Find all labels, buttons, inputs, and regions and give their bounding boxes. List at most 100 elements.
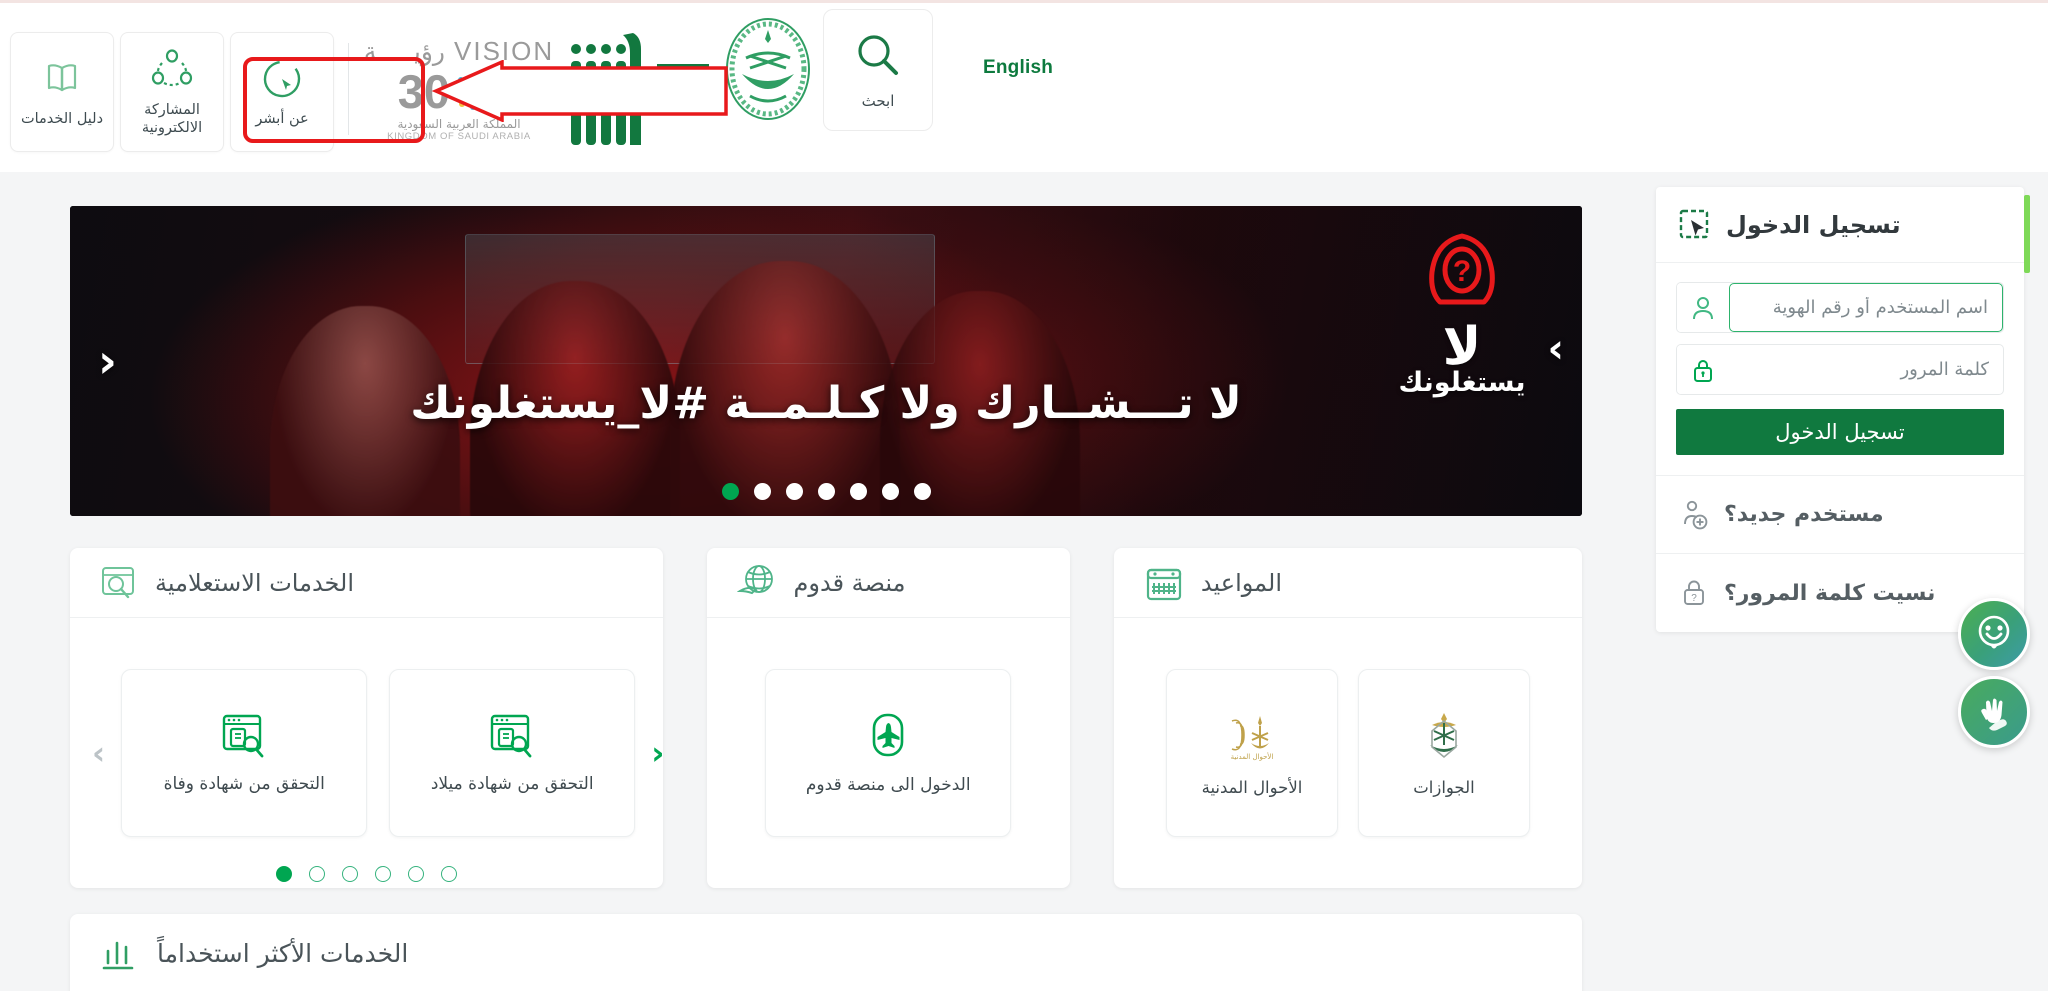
lock-question-icon: ?	[1684, 580, 1704, 605]
tile-passports[interactable]: الجوازات	[1357, 669, 1530, 837]
banner-dot[interactable]	[753, 483, 771, 500]
banner-headline: لا تـــشــارك ولا كـلـمــة #لا_يستغلونك	[410, 378, 1242, 429]
lock-icon	[1677, 345, 1729, 394]
login-panel: تسجيل الدخول اسم المستخدم أو رقم الهوية …	[1656, 187, 2030, 632]
banner-dot[interactable]	[913, 483, 931, 500]
svg-text:?: ?	[1691, 593, 1697, 604]
flag-bar-top	[657, 63, 709, 90]
banner-dot[interactable]	[849, 483, 867, 500]
password-field-wrapper	[1676, 344, 2004, 395]
inquiry-dot[interactable]	[374, 866, 391, 882]
smiley-chat-icon	[1978, 615, 2010, 649]
browser-search-icon	[102, 566, 134, 598]
user-add-icon	[1684, 500, 1708, 529]
card-title: المواعيد	[1200, 568, 1283, 597]
cursor-select-icon	[1679, 209, 1709, 238]
header-right-cluster: VISION رؤيـــــة 2 30 المملكة العربية ال…	[0, 3, 713, 175]
card-header: الخدمات الاستعلامية	[70, 548, 663, 618]
passports-logo	[1429, 713, 1458, 759]
nav-tile-about-absher[interactable]: عن أبشر	[230, 32, 334, 152]
password-input[interactable]	[1729, 345, 2003, 394]
banner-dot-active[interactable]	[721, 483, 739, 500]
inquiry-dot-active[interactable]	[275, 866, 292, 882]
inquiry-dot[interactable]	[440, 866, 457, 882]
services-guide-book-icon	[47, 64, 77, 92]
card-most-used-services: الخدمات الأكثر استخداماً	[70, 914, 1582, 991]
service-cards-row: الخدمات الاستعلامية › التحقق من شهادة وف…	[70, 548, 1582, 888]
nav-tile-label: دليل الخدمات	[20, 110, 104, 127]
inquiry-next-arrow[interactable]: ›	[92, 737, 105, 769]
new-user-link[interactable]: مستخدم جديد؟	[1656, 476, 2024, 554]
nav-tile-e-participation[interactable]: المشاركة الالكترونية	[120, 32, 224, 152]
vision-2030-logo[interactable]: VISION رؤيـــــة 2 30 المملكة العربية ال…	[364, 29, 552, 149]
banner-figures	[70, 206, 1582, 516]
header-nav-tiles: عن أبشر المشاركة الالكترونية دليل الخدما…	[10, 32, 334, 152]
page-body: ? لا يستغلونك لا تـــشــارك ولا كـلـمــة…	[0, 172, 2048, 991]
e-participation-icon	[151, 49, 193, 86]
card-title: الخدمات الأكثر استخداماً	[157, 938, 409, 968]
card-body: › التحقق من شهادة وفاة التحقق من شهادة م…	[70, 618, 663, 888]
hooded-figure-icon: ?	[1429, 233, 1495, 305]
search-icon	[858, 35, 898, 75]
banner-next-arrow[interactable]: ›	[1548, 329, 1564, 369]
language-toggle-english[interactable]: English	[983, 57, 1053, 79]
login-submit-button[interactable]: تسجيل الدخول	[1676, 409, 2004, 455]
banner-brand-top: لا	[1442, 317, 1482, 377]
login-header: تسجيل الدخول	[1656, 187, 2024, 263]
absher-logo[interactable]	[549, 24, 657, 154]
hero-banner[interactable]: ? لا يستغلونك لا تـــشــارك ولا كـلـمــة…	[70, 206, 1582, 516]
banner-dot[interactable]	[785, 483, 803, 500]
card-inquiry-services: الخدمات الاستعلامية › التحقق من شهادة وف…	[70, 548, 663, 888]
civil-affairs-logo: الأحوال المدنية	[1231, 716, 1274, 761]
inquiry-dot[interactable]	[341, 866, 358, 882]
card-appointments: المواعيد الأحوال المدنية الأحوال المدنية…	[1113, 548, 1582, 888]
header-left-cluster: ابحث English	[713, 3, 1107, 175]
login-form: تسجيل الدخول	[1656, 263, 2024, 476]
card-title: منصة قدوم	[793, 568, 906, 597]
search-button[interactable]: ابحث	[823, 9, 933, 131]
banner-campaign-logo: ? لا يستغلونك	[1382, 228, 1542, 398]
card-body: الدخول الى منصة قدوم	[707, 618, 1070, 888]
username-field-wrapper	[1676, 282, 2004, 333]
tile-civil-affairs[interactable]: الأحوال المدنية الأحوال المدنية	[1165, 669, 1338, 837]
banner-prev-arrow[interactable]: ‹	[98, 338, 117, 384]
card-qudoom-platform: منصة قدوم الدخول الى منصة قدوم	[706, 548, 1070, 888]
card-title: الخدمات الاستعلامية	[155, 568, 355, 597]
calendar-appointments-icon	[1146, 568, 1182, 600]
login-title: تسجيل الدخول	[1726, 210, 1901, 239]
moi-emblem-logo[interactable]	[713, 9, 823, 129]
card-header: الخدمات الأكثر استخداماً	[70, 914, 1582, 991]
svg-text:?: ?	[1453, 255, 1471, 288]
site-header: VISION رؤيـــــة 2 30 المملكة العربية ال…	[0, 0, 2048, 172]
tile-verify-birth-certificate[interactable]: التحقق من شهادة ميلاد	[389, 669, 636, 837]
card-header: منصة قدوم	[706, 548, 1070, 618]
tile-label: الجوازات	[1413, 778, 1475, 798]
banner-dot[interactable]	[817, 483, 835, 500]
header-divider	[348, 43, 349, 135]
inquiry-prev-arrow[interactable]: ‹	[651, 737, 662, 769]
tile-verify-death-certificate[interactable]: التحقق من شهادة وفاة	[121, 669, 368, 837]
inquiry-dot[interactable]	[308, 866, 325, 882]
inquiry-dot[interactable]	[407, 866, 424, 882]
svg-text:الأحوال المدنية: الأحوال المدنية	[1231, 752, 1274, 761]
airplane-icon	[872, 713, 904, 757]
card-body: الأحوال المدنية الأحوال المدنية الجوازات	[1114, 618, 1582, 888]
inquiry-pagination-dots	[70, 866, 663, 882]
document-search-icon	[490, 714, 532, 758]
tile-label: التحقق من شهادة ميلاد	[430, 773, 594, 794]
chat-support-button[interactable]	[1958, 598, 2030, 670]
username-input[interactable]	[1730, 284, 2002, 331]
banner-dot[interactable]	[881, 483, 899, 500]
forgot-password-label: نسيت كلمة المرور؟	[1724, 580, 1936, 606]
vision-kingdom-arabic: المملكة العربية السعودية	[397, 117, 521, 131]
sign-language-button[interactable]	[1958, 676, 2030, 748]
nav-tile-services-guide[interactable]: دليل الخدمات	[10, 32, 114, 152]
tile-enter-qudoom-platform[interactable]: الدخول الى منصة قدوم	[765, 669, 1012, 837]
user-icon	[1677, 283, 1729, 332]
tile-label: التحقق من شهادة وفاة	[163, 773, 325, 794]
tile-label: الدخول الى منصة قدوم	[805, 774, 971, 795]
card-header: المواعيد	[1113, 548, 1582, 618]
sign-language-hands-icon	[1981, 698, 2007, 731]
vision-latin-text: VISION	[454, 36, 555, 66]
nav-tile-label: المشاركة الالكترونية	[141, 101, 203, 136]
